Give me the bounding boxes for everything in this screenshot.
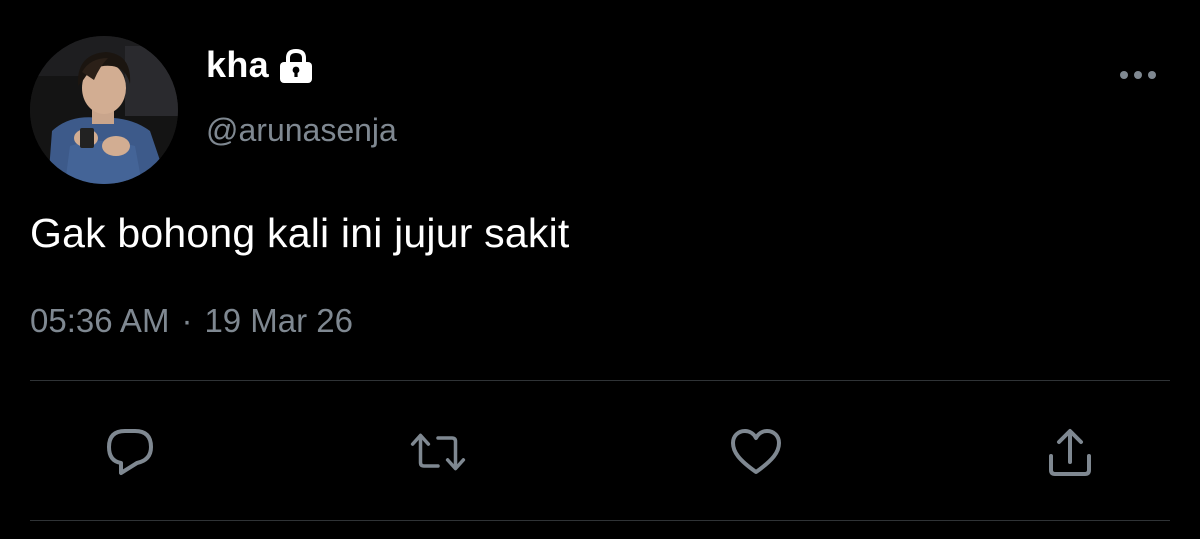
tweet-time: 05:36 AM: [30, 302, 170, 339]
display-name[interactable]: kha: [206, 44, 269, 86]
more-options-icon: [1120, 71, 1156, 79]
retweet-icon: [410, 433, 466, 471]
like-button[interactable]: [728, 424, 784, 480]
tweet-timestamp[interactable]: 05:36 AM · 19 Mar 26: [30, 302, 353, 340]
tweet-text: Gak bohong kali ini jujur sakit: [30, 210, 570, 256]
user-name-row: kha: [206, 42, 315, 88]
share-icon: [1049, 429, 1091, 476]
timestamp-separator: ·: [181, 302, 193, 339]
divider: [30, 520, 1170, 521]
more-options-button[interactable]: [1112, 60, 1164, 90]
reply-button[interactable]: [102, 424, 158, 480]
lock-icon: [277, 46, 315, 84]
tweet-date: 19 Mar 26: [204, 302, 354, 339]
retweet-button[interactable]: [410, 424, 466, 480]
user-handle[interactable]: @arunasenja: [206, 112, 397, 149]
share-button[interactable]: [1042, 424, 1098, 480]
avatar-image: [30, 36, 178, 184]
reply-icon: [107, 429, 153, 475]
tweet-card: kha @arunasenja Gak bohong kali ini juju…: [0, 0, 1200, 539]
avatar[interactable]: [30, 36, 178, 184]
divider: [30, 380, 1170, 381]
heart-icon: [731, 429, 781, 474]
